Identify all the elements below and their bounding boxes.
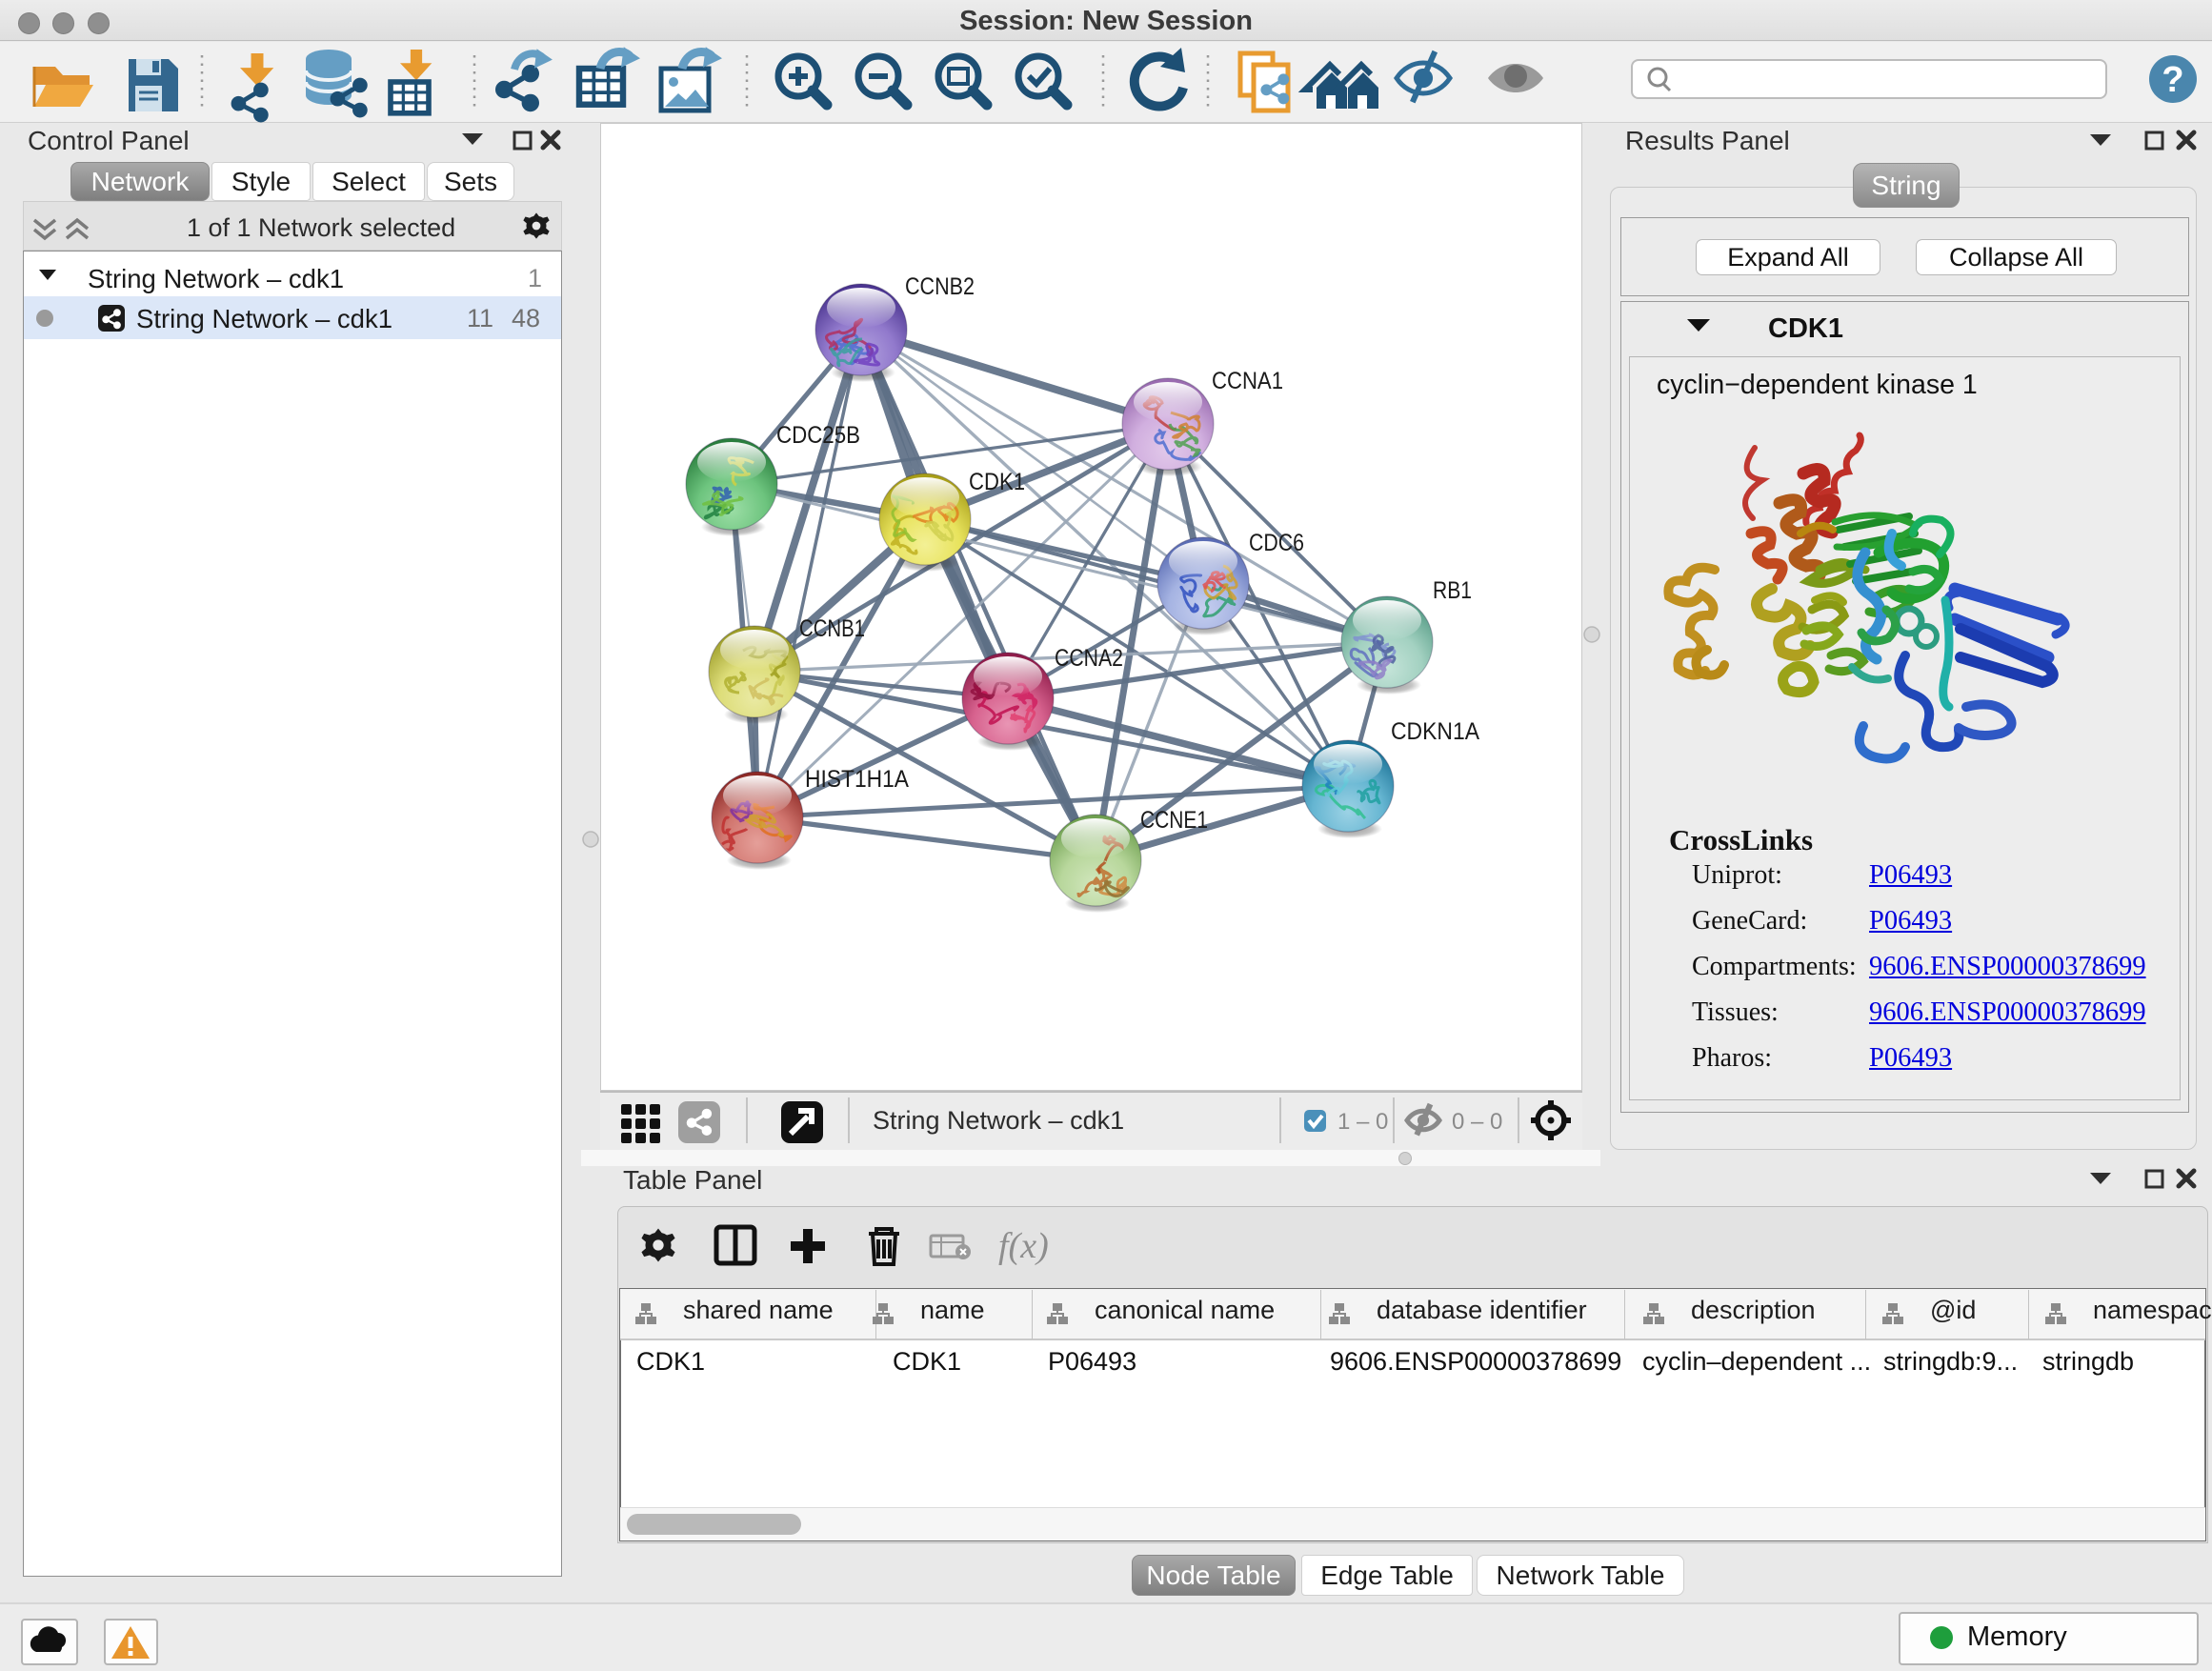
- svg-text:CDKN1A: CDKN1A: [1391, 718, 1479, 745]
- svg-text:CDC6: CDC6: [1249, 530, 1304, 556]
- svg-text:RB1: RB1: [1433, 577, 1472, 604]
- svg-text:?: ?: [2162, 60, 2183, 100]
- svg-text:CCNB2: CCNB2: [905, 273, 975, 300]
- svg-text:CCNB1: CCNB1: [799, 615, 865, 642]
- svg-text:CDC25B: CDC25B: [776, 422, 860, 449]
- svg-text:CCNA2: CCNA2: [1055, 645, 1123, 672]
- svg-text:CDK1: CDK1: [969, 469, 1025, 495]
- svg-text:HIST1H1A: HIST1H1A: [805, 766, 909, 793]
- svg-text:CCNE1: CCNE1: [1140, 807, 1208, 834]
- svg-text:CCNA1: CCNA1: [1212, 368, 1283, 394]
- svg-text:f(x): f(x): [998, 1226, 1049, 1266]
